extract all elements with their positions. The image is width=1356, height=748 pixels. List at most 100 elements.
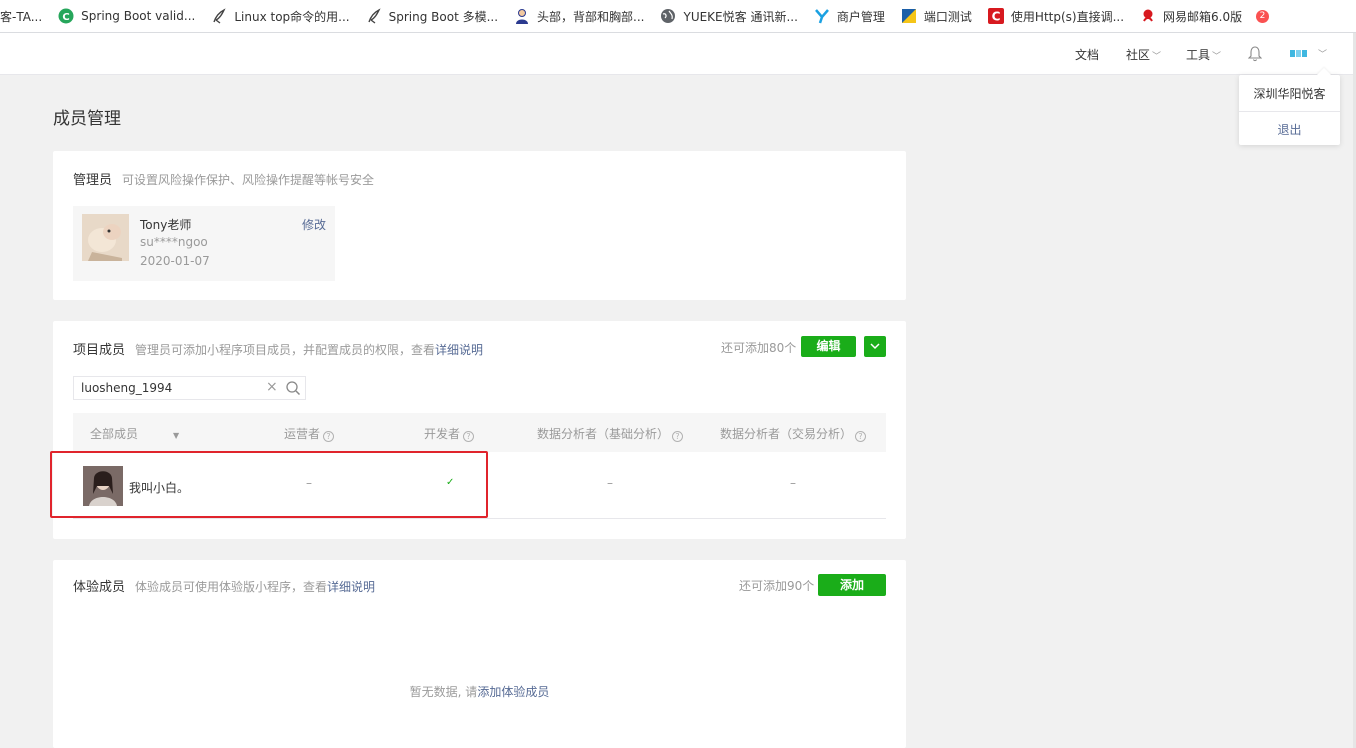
bookmark-label: 商户管理: [836, 9, 885, 24]
trial-header: 体验成员 体验成员可使用体验版小程序，查看详细说明: [73, 576, 375, 595]
bookmark-6[interactable]: YUEKE悦客 通讯新...: [653, 0, 806, 32]
globe-icon: [660, 8, 676, 24]
mail-163-icon: [1140, 8, 1156, 24]
admin-desc: 可设置风险操作保护、风险操作提醒等帐号安全: [122, 173, 375, 187]
chevron-down-icon: ﹀: [1212, 52, 1222, 62]
project-desc: 管理员可添加小程序项目成员，并配置成员的权限，查看: [135, 343, 436, 357]
nav-community-label: 社区: [1126, 48, 1151, 62]
admin-account: su****ngoo: [140, 235, 208, 249]
bookmarks-bar: 客-TA... C Spring Boot valid... Linux top…: [0, 0, 1356, 33]
c-red-icon: C: [987, 8, 1004, 24]
more-dropdown-button[interactable]: [864, 336, 886, 357]
admin-heading: 管理员: [73, 173, 113, 188]
trial-remain-count: 还可添加90个: [739, 579, 815, 593]
col-label: 数据分析者（基础分析）: [537, 427, 670, 441]
sort-caret-icon: ▼: [173, 431, 180, 440]
empty-state: 暂无数据, 请添加体验成员: [53, 683, 906, 700]
svg-text:C: C: [63, 12, 70, 23]
col-operator: 运营者?: [284, 425, 335, 442]
c-circle-icon: C: [58, 8, 74, 24]
bell-icon[interactable]: [1247, 46, 1263, 62]
page-title: 成员管理: [53, 109, 121, 129]
add-trial-member-link[interactable]: 添加体验成员: [477, 685, 549, 699]
svg-text:C: C: [992, 10, 1001, 24]
chevron-down-icon[interactable]: ﹀: [1318, 47, 1327, 60]
trial-desc: 体验成员可使用体验版小程序，查看: [135, 580, 328, 594]
admin-avatar: [82, 214, 129, 261]
bookmark-label: YUEKE悦客 通讯新...: [683, 9, 798, 24]
logout-link[interactable]: 退出: [1239, 121, 1340, 138]
feather-icon: [366, 8, 382, 24]
bookmark-4[interactable]: Spring Boot 多模...: [359, 0, 507, 32]
person-icon: [514, 8, 530, 24]
chevron-down-icon: ﹀: [1152, 52, 1162, 62]
chevron-down-icon: [870, 339, 880, 353]
empty-text: 暂无数据, 请: [409, 685, 478, 699]
col-trade-analyst: 数据分析者（交易分析）?: [720, 425, 867, 442]
feather-icon: [211, 8, 227, 24]
nav-docs[interactable]: 文档: [1075, 46, 1099, 63]
top-nav: 文档 社区 ﹀ 工具 ﹀ 2 ﹀: [0, 10, 1356, 75]
project-detail-link[interactable]: 详细说明: [435, 343, 483, 357]
account-avatar[interactable]: [1289, 47, 1309, 61]
nav-tools-label: 工具: [1186, 48, 1211, 62]
bookmark-label: 头部，背部和胸部...: [537, 9, 645, 24]
bookmark-10[interactable]: 网易邮箱6.0版: [1133, 0, 1251, 32]
col-label: 全部成员: [90, 427, 139, 441]
bookmark-9[interactable]: C 使用Http(s)直接调...: [981, 0, 1133, 32]
account-name[interactable]: 深圳华阳悦客: [1239, 85, 1340, 102]
divider: [1239, 111, 1340, 112]
col-basic-analyst: 数据分析者（基础分析）?: [537, 425, 684, 442]
col-all-members[interactable]: 全部成员 ▼: [90, 425, 179, 442]
search-input[interactable]: [74, 377, 259, 399]
admin-edit-link[interactable]: 修改: [302, 216, 326, 233]
admin-profile: Tony老师 su****ngoo 2020-01-07 修改: [73, 206, 335, 281]
trial-heading: 体验成员: [73, 580, 126, 595]
highlight-box: [50, 451, 488, 518]
bookmark-7[interactable]: 商户管理: [807, 0, 894, 32]
col-label: 运营者: [284, 427, 321, 441]
admin-card: 管理员 可设置风险操作保护、风险操作提醒等帐号安全 Tony老师 su****ng…: [53, 151, 906, 300]
search-icon[interactable]: [285, 380, 301, 396]
bookmark-label: Spring Boot valid...: [81, 9, 196, 23]
y-logo-icon: [814, 8, 830, 24]
trial-members-card: 体验成员 体验成员可使用体验版小程序，查看详细说明 还可添加90个 添加 暂无数据…: [53, 560, 906, 748]
project-remain-count: 还可添加80个: [721, 341, 797, 355]
admin-header: 管理员 可设置风险操作保护、风险操作提醒等帐号安全: [73, 169, 374, 188]
bookmark-2[interactable]: C Spring Boot valid...: [51, 0, 204, 32]
bookmark-label: Spring Boot 多模...: [388, 9, 499, 24]
admin-date: 2020-01-07: [140, 254, 210, 268]
edit-button[interactable]: 编辑: [801, 336, 856, 357]
bookmark-5[interactable]: 头部，背部和胸部...: [507, 0, 653, 32]
bookmark-label: 客-TA...: [0, 9, 43, 24]
project-heading: 项目成员: [73, 343, 126, 358]
bookmark-label: 使用Http(s)直接调...: [1010, 9, 1125, 24]
bookmark-label: Linux top命令的用...: [234, 9, 350, 24]
notification-badge: 2: [1256, 10, 1269, 23]
bookmark-1[interactable]: 客-TA...: [0, 0, 51, 32]
help-icon[interactable]: ?: [672, 431, 684, 442]
members-table-header: 全部成员 ▼ 运营者? 开发者? 数据分析者（基础分析）? 数据分析者（交易分析）…: [73, 413, 886, 452]
col-label: 数据分析者（交易分析）: [720, 427, 853, 441]
bookmark-label: 网易邮箱6.0版: [1163, 9, 1243, 24]
admin-name: Tony老师: [140, 218, 192, 232]
member-search: ×: [73, 376, 306, 400]
bookmark-3[interactable]: Linux top命令的用...: [204, 0, 358, 32]
col-developer: 开发者?: [424, 425, 475, 442]
bookmark-8[interactable]: 端口测试: [894, 0, 981, 32]
help-icon[interactable]: ?: [855, 431, 867, 442]
bookmark-label: 端口测试: [923, 9, 972, 24]
help-icon[interactable]: ?: [323, 431, 335, 442]
col-label: 开发者: [424, 427, 461, 441]
trial-detail-link[interactable]: 详细说明: [327, 580, 375, 594]
trade-analyst-cell: –: [790, 476, 796, 490]
nav-tools[interactable]: 工具 ﹀: [1186, 46, 1221, 63]
basic-analyst-cell: –: [607, 476, 613, 490]
account-dropdown: 深圳华阳悦客 退出: [1239, 75, 1340, 145]
nav-community[interactable]: 社区 ﹀: [1126, 46, 1161, 63]
help-icon[interactable]: ?: [463, 431, 475, 442]
flag-icon: [901, 8, 917, 24]
clear-icon[interactable]: ×: [266, 379, 278, 395]
project-header: 项目成员 管理员可添加小程序项目成员，并配置成员的权限，查看详细说明: [73, 339, 483, 358]
add-button[interactable]: 添加: [818, 574, 886, 596]
